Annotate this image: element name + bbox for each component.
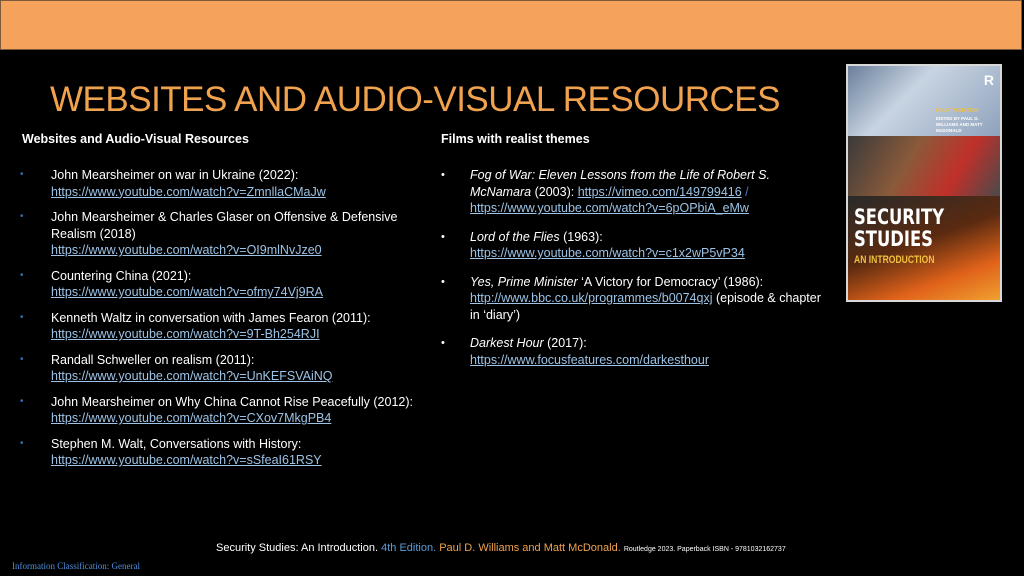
film-year: (2003): (531, 184, 578, 199)
bullet-icon: • (20, 395, 24, 407)
resource-link[interactable]: https://www.youtube.com/watch?v=OI9mlNvJ… (51, 243, 322, 257)
bullet-icon: • (20, 437, 24, 449)
list-item: • John Mearsheimer & Charles Glaser on O… (20, 209, 430, 259)
film-year: (1963): (559, 229, 603, 244)
footer-authors: Paul D. Williams and Matt McDonald. (439, 542, 624, 554)
resource-link[interactable]: https://www.focusfeatures.com/darkesthou… (470, 353, 709, 367)
footer-publisher: Routledge 2023. Paperback ISBN - 9781032… (623, 546, 786, 553)
right-column-heading: Films with realist themes (441, 132, 590, 146)
resource-link[interactable]: https://vimeo.com/149799416 (578, 185, 742, 199)
footer-book: Security Studies: An Introduction. (216, 542, 382, 554)
item-text: John Mearsheimer on war in Ukraine (2022… (51, 168, 299, 182)
item-text: Kenneth Waltz in conversation with James… (51, 310, 371, 325)
cover-editors: EDITED BY PAUL D. WILLIAMS AND MATT McDO… (936, 116, 983, 133)
list-item: • Countering China (2021): https://www.y… (20, 268, 430, 301)
item-text: John Mearsheimer on Why China Cannot Ris… (51, 394, 413, 409)
resource-link[interactable]: https://www.youtube.com/watch?v=CXov7Mkg… (51, 411, 331, 425)
book-cover-image: R FOURTH EDITION EDITED BY PAUL D. WILLI… (846, 64, 1002, 302)
bullet-icon: • (441, 337, 445, 349)
websites-list: • John Mearsheimer on war in Ukraine (20… (20, 167, 430, 478)
bullet-icon: • (441, 169, 445, 181)
publisher-logo-icon: R (983, 72, 994, 88)
cover-edition: FOURTH EDITION (936, 108, 979, 114)
cover-subtitle: AN INTRODUCTION (854, 254, 935, 266)
item-text: John Mearsheimer & Charles Glaser on Off… (51, 210, 398, 241)
link-separator: / (741, 184, 749, 199)
resource-link[interactable]: https://www.youtube.com/watch?v=ZmnllaCM… (51, 185, 326, 199)
resource-link[interactable]: https://www.youtube.com/watch?v=sSfeaI61… (51, 453, 322, 467)
bullet-icon: • (20, 311, 24, 323)
list-item: • Kenneth Waltz in conversation with Jam… (20, 310, 430, 343)
films-list: • Fog of War: Eleven Lessons from the Li… (440, 167, 830, 380)
classification-label: Information Classification: General (12, 561, 140, 571)
bullet-icon: • (20, 269, 24, 281)
bullet-icon: • (441, 275, 445, 288)
cover-photo (848, 136, 1000, 196)
resource-link[interactable]: https://www.youtube.com/watch?v=6pOPbiA_… (470, 201, 749, 215)
list-item: • John Mearsheimer on war in Ukraine (20… (20, 167, 430, 200)
footer-edition: 4th Edition. (381, 542, 440, 554)
list-item: • Darkest Hour (2017): https://www.focus… (440, 335, 830, 368)
list-item: • Stephen M. Walt, Conversations with Hi… (20, 436, 430, 469)
bullet-icon: • (20, 169, 24, 180)
item-text: Randall Schweller on realism (2011): (51, 352, 255, 367)
list-item: • Yes, Prime Minister ‘A Victory for Dem… (440, 274, 830, 324)
top-banner (0, 0, 1022, 50)
bullet-icon: • (441, 230, 445, 243)
list-item: • John Mearsheimer on Why China Cannot R… (20, 394, 430, 427)
item-text: Countering China (2021): (51, 268, 192, 283)
resource-link[interactable]: https://www.youtube.com/watch?v=c1x2wP5v… (470, 246, 745, 260)
item-text: Stephen M. Walt, Conversations with Hist… (51, 436, 302, 451)
film-title: Yes, Prime Minister (470, 274, 578, 289)
cover-title: SECURITY STUDIES (854, 205, 945, 251)
resource-link[interactable]: https://www.youtube.com/watch?v=UnKEFSVA… (51, 369, 332, 383)
bullet-icon: • (20, 211, 24, 222)
list-item: • Fog of War: Eleven Lessons from the Li… (440, 167, 830, 217)
film-year: ‘A Victory for Democracy’ (1986): (577, 274, 764, 289)
bullet-icon: • (20, 353, 24, 365)
footer-citation: Security Studies: An Introduction. 4th E… (216, 542, 786, 554)
list-item: • Lord of the Flies (1963): https://www.… (440, 229, 830, 262)
slide-title: WEBSITES AND AUDIO-VISUAL RESOURCES (50, 80, 780, 119)
resource-link[interactable]: https://www.youtube.com/watch?v=9T-Bh254… (51, 327, 320, 341)
film-title: Lord of the Flies (470, 229, 560, 244)
film-title: Darkest Hour (470, 336, 544, 350)
resource-link[interactable]: https://www.youtube.com/watch?v=ofmy74Vj… (51, 285, 323, 299)
left-column-heading: Websites and Audio-Visual Resources (22, 132, 249, 146)
film-year: (2017): (543, 336, 587, 350)
resource-link[interactable]: http://www.bbc.co.uk/programmes/b0074qxj (470, 291, 712, 305)
list-item: • Randall Schweller on realism (2011): h… (20, 352, 430, 385)
